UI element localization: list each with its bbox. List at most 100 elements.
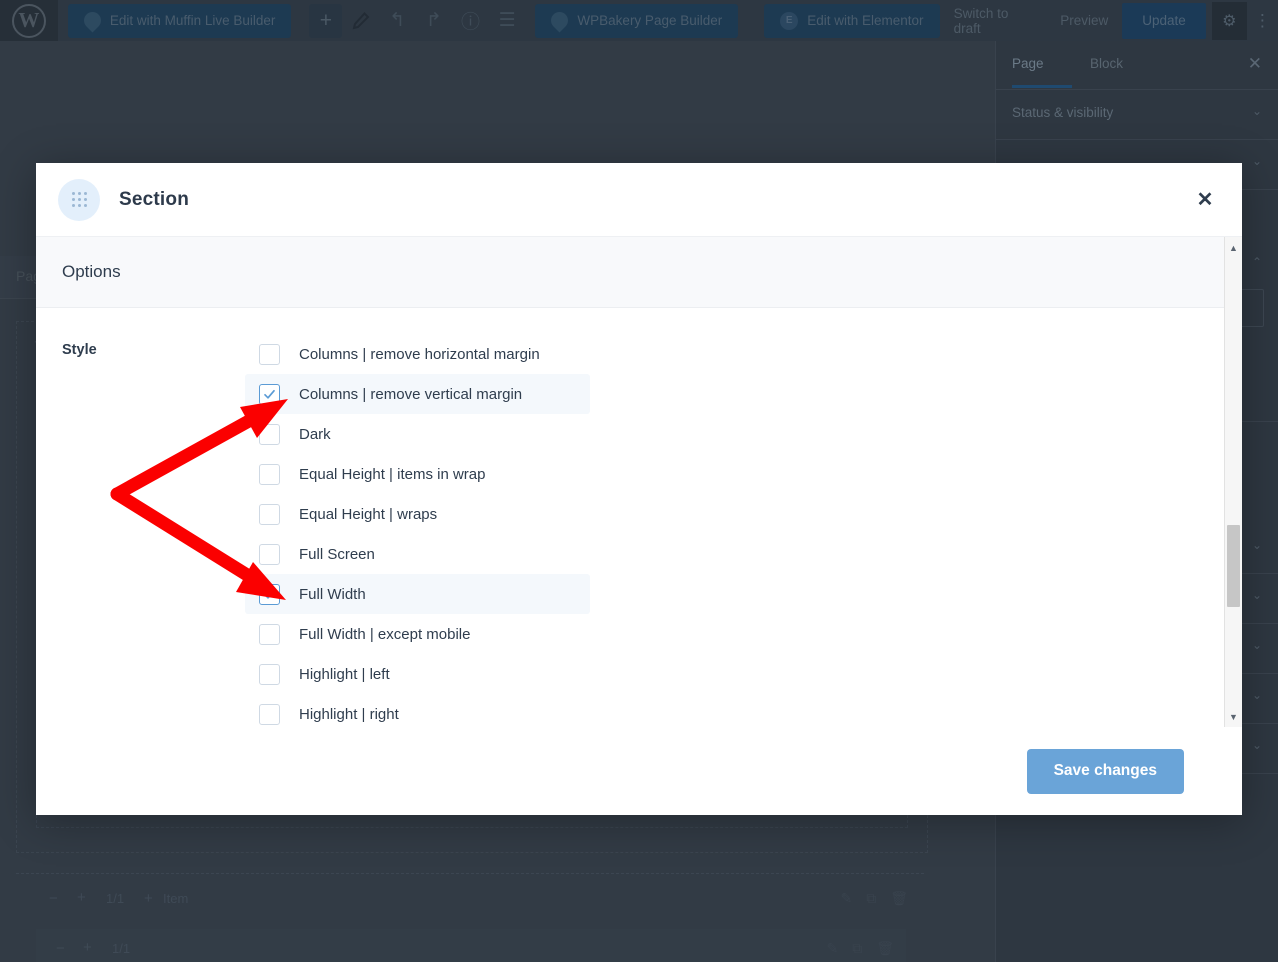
duplicate-icon-2[interactable]: ⧉ xyxy=(852,940,862,957)
modal-title: Section xyxy=(119,188,190,210)
scrollbar-thumb[interactable] xyxy=(1227,525,1240,607)
sidebar-tabs: Page Block ✕ xyxy=(996,41,1278,90)
checkbox-unchecked[interactable] xyxy=(259,463,280,485)
elementor-icon: E xyxy=(780,11,799,30)
checkbox-checked[interactable] xyxy=(259,383,280,405)
add-block-icon[interactable]: + xyxy=(309,3,343,38)
checkbox-unchecked[interactable] xyxy=(259,503,280,525)
row-action-icons-1: ✎ ⧉ 🗑 xyxy=(840,890,908,907)
undo-icon[interactable]: ↰ xyxy=(379,3,416,39)
checkbox-unchecked[interactable] xyxy=(259,543,280,565)
style-option-label: Highlight | right xyxy=(299,705,399,723)
divider xyxy=(16,873,924,874)
active-tab-indicator xyxy=(1012,85,1072,88)
options-section-label: Options xyxy=(62,262,121,281)
wordpress-logo-button[interactable]: W xyxy=(0,0,58,41)
style-option-row[interactable]: Columns | remove vertical margin xyxy=(245,374,590,414)
row-action-icons-2: ✎ ⧉ 🗑 xyxy=(826,940,894,957)
chevron-up-icon: ⌃ xyxy=(1251,255,1262,269)
duplicate-icon[interactable]: ⧉ xyxy=(866,890,876,907)
edit-pencil-icon[interactable]: ✎ xyxy=(840,890,852,907)
chevron-down-icon-5: ⌄ xyxy=(1251,588,1262,602)
delete-trash-icon[interactable]: 🗑 xyxy=(890,890,908,907)
pencil-glyph xyxy=(352,11,369,29)
style-option-label: Equal Height | items in wrap xyxy=(299,465,486,483)
edit-pencil-icon-2[interactable]: ✎ xyxy=(826,940,838,957)
switch-to-draft-button[interactable]: Switch to draft xyxy=(940,6,1047,36)
drag-grip-icon[interactable] xyxy=(58,178,100,221)
add-item-plus-icon[interactable]: + xyxy=(144,890,153,907)
style-option-row[interactable]: Highlight | left xyxy=(245,654,590,694)
style-option-label: Columns | remove vertical margin xyxy=(299,385,523,403)
expand-icon-2[interactable]: + xyxy=(83,939,92,956)
modal-body: Options Style Columns | remove horizonta… xyxy=(36,237,1242,727)
grip-dots xyxy=(71,192,87,207)
modal-header: Section ✕ xyxy=(36,163,1242,237)
settings-gear-icon[interactable]: ⚙ xyxy=(1211,1,1247,40)
panel-status-visibility-label: Status & visibility xyxy=(1012,105,1114,120)
row-ratio-label-2: 1/1 xyxy=(112,941,131,956)
preview-button[interactable]: Preview xyxy=(1046,13,1122,28)
edit-with-muffin-live-builder-button[interactable]: Edit with Muffin Live Builder xyxy=(67,3,292,38)
close-icon[interactable]: ✕ xyxy=(1190,185,1220,215)
style-option-row[interactable]: Highlight | right xyxy=(245,694,590,727)
checkbox-unchecked[interactable] xyxy=(259,343,280,365)
toolbar-right-group: Switch to draft Preview Update ⚙ ⋮ xyxy=(940,0,1278,41)
checkbox-unchecked[interactable] xyxy=(259,423,280,445)
style-option-label: Equal Height | wraps xyxy=(299,505,438,523)
muffin-button-label: Edit with Muffin Live Builder xyxy=(109,13,276,28)
style-option-row[interactable]: Columns | remove horizontal margin xyxy=(245,334,590,374)
style-option-row[interactable]: Equal Height | wraps xyxy=(245,494,590,534)
style-option-label: Full Width | except mobile xyxy=(299,625,471,643)
style-checkbox-list: Columns | remove horizontal margin Column… xyxy=(245,334,1242,727)
edit-with-elementor-button[interactable]: E Edit with Elementor xyxy=(764,3,940,38)
wpbakery-page-builder-button[interactable]: WPBakery Page Builder xyxy=(535,3,739,38)
collapse-icon[interactable]: − xyxy=(49,890,58,907)
panel-status-visibility[interactable]: Status & visibility ⌄ xyxy=(996,89,1278,140)
tab-page[interactable]: Page xyxy=(1012,56,1044,71)
options-section-header: Options xyxy=(36,237,1242,308)
modal-footer: Save changes xyxy=(36,727,1242,815)
scrollbar-down-arrow-icon[interactable]: ▼ xyxy=(1225,708,1242,725)
delete-trash-icon-2[interactable]: 🗑 xyxy=(876,940,894,957)
save-changes-button[interactable]: Save changes xyxy=(1026,748,1184,794)
redo-icon[interactable]: ↱ xyxy=(416,3,453,39)
builder-row-controls-1: − + 1/1 + Item ✎ ⧉ 🗑 xyxy=(16,873,924,923)
style-option-row[interactable]: Full Width | except mobile xyxy=(245,614,590,654)
style-option-label: Highlight | left xyxy=(299,665,390,683)
style-option-row[interactable]: Full Width xyxy=(245,574,590,614)
sidebar-close-icon[interactable]: ✕ xyxy=(1248,54,1262,74)
style-field-group: Style Columns | remove horizontal margin… xyxy=(36,308,1242,727)
expand-icon[interactable]: + xyxy=(77,889,86,906)
style-option-row[interactable]: Dark xyxy=(245,414,590,454)
modal-scrollbar[interactable]: ▲ ▼ xyxy=(1224,237,1242,727)
style-option-label: Columns | remove horizontal margin xyxy=(299,345,540,363)
builder-row-controls-2: − + 1/1 ✎ ⧉ 🗑 xyxy=(36,929,906,962)
more-options-icon[interactable]: ⋮ xyxy=(1247,2,1278,40)
style-option-row[interactable]: Full Screen xyxy=(245,534,590,574)
check-icon xyxy=(264,389,275,399)
collapse-icon-2[interactable]: − xyxy=(56,940,65,957)
tab-block[interactable]: Block xyxy=(1090,56,1123,71)
checkbox-checked[interactable] xyxy=(259,583,280,605)
screen-root: W Edit with Muffin Live Builder + ↰ ↱ ⓘ … xyxy=(0,0,1278,962)
style-option-row[interactable]: Equal Height | items in wrap xyxy=(245,454,590,494)
update-button[interactable]: Update xyxy=(1122,2,1206,39)
section-options-modal: Section ✕ Options Style Columns | remove… xyxy=(36,163,1242,815)
info-icon[interactable]: ⓘ xyxy=(452,3,489,39)
checkbox-unchecked[interactable] xyxy=(259,703,280,725)
checkbox-unchecked[interactable] xyxy=(259,663,280,685)
chevron-down-icon-4: ⌄ xyxy=(1251,538,1262,552)
scrollbar-up-arrow-icon[interactable]: ▲ xyxy=(1225,239,1242,256)
add-item-label: Item xyxy=(163,891,189,906)
elementor-button-label: Edit with Elementor xyxy=(807,13,924,28)
wpbakery-button-label: WPBakery Page Builder xyxy=(577,13,723,28)
style-option-label: Full Screen xyxy=(299,545,375,563)
list-view-icon[interactable]: ☰ xyxy=(489,3,526,39)
pencil-icon[interactable] xyxy=(342,3,379,39)
style-option-label: Dark xyxy=(299,425,331,443)
chevron-down-icon-2: ⌄ xyxy=(1251,154,1262,168)
style-field-label: Style xyxy=(62,342,97,358)
checkbox-unchecked[interactable] xyxy=(259,623,280,645)
wpbakery-cloud-icon xyxy=(547,8,572,33)
